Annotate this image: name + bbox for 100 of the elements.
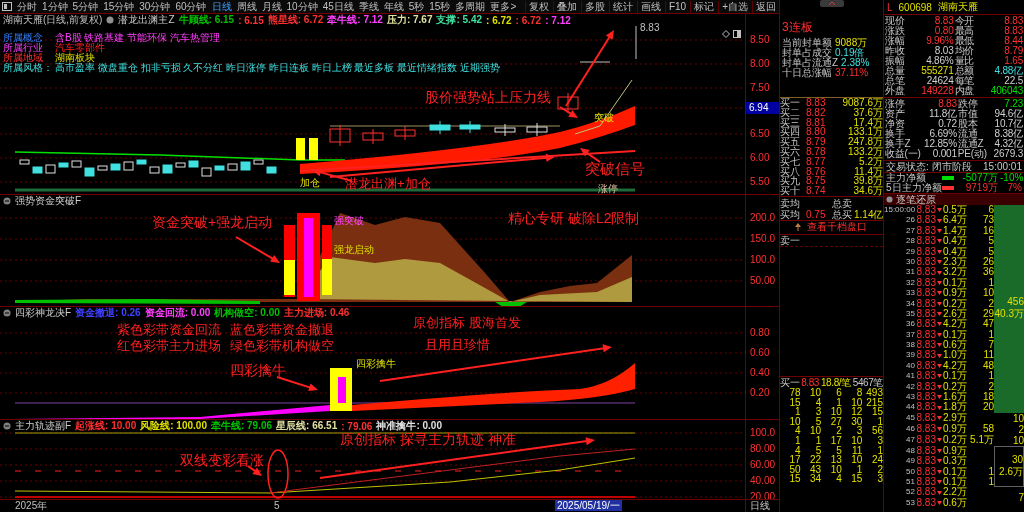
collapse-tab-icon[interactable] [820,0,844,7]
window-icon[interactable] [733,30,741,38]
quote-value: 4.86% [925,56,954,66]
tick-count: 36 [982,266,994,278]
quote-value: 4.88亿 [993,66,1023,76]
period-tab[interactable]: 分时 [15,0,39,13]
tick-price: 8.83 [915,277,936,288]
quote-value: 8.79 [1003,46,1023,56]
quote-value: 555271 [920,66,954,76]
period-tab[interactable]: 月线 [259,0,284,13]
queue-cell-text: 1 [877,445,883,456]
tick-price: 8.83 [915,434,936,446]
period-tab[interactable]: 60分钟 [173,0,209,13]
tick-time: 35 [905,308,915,320]
quote-label: 涨幅 [885,36,905,46]
tick-price: 8.83 [915,477,936,487]
tick-time: 37 [905,329,915,341]
tick-price: 8.83 [915,225,936,236]
bid-price: 8.77 [806,156,826,167]
candlestick [526,122,548,137]
stat-label: 跌停 [957,99,979,109]
period-tab[interactable]: 日线 [209,0,234,13]
toolbar-button[interactable]: 统计 [608,0,636,13]
candlestick [97,165,108,171]
collapse-icon[interactable] [886,196,893,203]
queue-cell-text: 10 [829,464,842,475]
queue-cell-text: 56 [870,426,883,437]
queue-label: 买一 [780,377,800,389]
signal-label: 四彩擒牛 [356,359,396,369]
stat-value: 12.85% [923,139,957,149]
period-tab[interactable]: 5分钟 [70,0,101,13]
period-tab[interactable]: 45日线 [320,0,356,13]
summary-label: 总买 [832,208,853,220]
annotation-text: 股价强势站上压力线 [425,90,551,106]
collapse-icon[interactable] [3,422,11,430]
indicator-name: 潜龙出渊主Z [118,14,175,27]
signal-label: 加仓 [300,178,320,188]
toolbar-button[interactable]: F10 [664,0,690,13]
settings-icon[interactable] [106,16,115,24]
diamond-icon[interactable] [722,30,730,38]
collapse-icon[interactable] [3,197,11,205]
period-tab[interactable]: 周线 [234,0,259,13]
legend-value: 牵牛线: 79.06 [210,420,273,433]
signal-bar [322,259,332,295]
depth-view-button[interactable]: 查看千档盘口 [804,221,869,234]
queue-cell-text: 10 [809,426,822,437]
quote-label: 内盘 [954,86,975,96]
candlestick [162,164,173,174]
toolbar-button[interactable]: 多股 [580,0,608,13]
period-tab[interactable]: 多周期 [453,0,488,13]
tick-count: 5 [988,235,994,247]
tick-count: 47 [982,318,994,330]
flow-percent: -10% [1000,173,1022,183]
quote-value: 24624 [925,76,954,86]
queue-cell-text: 10 [850,397,863,408]
tick-volume: 0.5万 [943,205,968,216]
queue-cell-text: 10 [788,416,801,427]
period-tab[interactable]: 15秒 [427,0,453,13]
tick-price: 8.83 [915,256,936,267]
layout-icon[interactable] [2,2,12,11]
quote-value: 8.03 [933,46,954,56]
period-tab[interactable]: 更多> [488,0,519,13]
toolbar-button[interactable]: +自选 [718,0,751,13]
axis-label: 100.0 [750,427,776,439]
bid-level-label: 买十 [780,186,801,196]
toolbar-button[interactable]: 返回 [752,0,779,13]
period-tab[interactable]: 季线 [356,0,381,13]
stat-value: 9088万 [835,37,868,48]
period-tab[interactable]: 15分钟 [101,0,137,13]
annotation-text: 且用且珍惜 [425,338,490,353]
toolbar-button[interactable]: 标记 [690,0,718,13]
legend-value: 星辰线: 66.51 [276,420,338,433]
period-tab[interactable]: 1分钟 [40,0,70,13]
tick-count: 1 [988,476,994,487]
bid-price: 8.76 [806,166,826,177]
tick-price: 8.83 [915,402,936,413]
period-tab[interactable]: 10分钟 [284,0,320,13]
tick-price: 8.83 [915,329,936,340]
info-label: 所属行业 [3,43,44,53]
bid-volume: 247.8万 [846,137,883,147]
tick-price: 8.83 [915,308,936,319]
tick-time: 38 [905,340,915,351]
stat-value: 2679.3 [992,149,1023,159]
toolbar-button[interactable]: 复权 [524,0,552,13]
period-tab[interactable]: 年线 [381,0,406,13]
legend-value: 资金回流: 0.00 [144,307,211,320]
stat-label: 封单占成交 [782,47,832,58]
queue-cell-text: 24 [870,455,883,465]
toolbar-button[interactable]: 画线 [636,0,664,13]
tick-volume: 2.2万 [943,487,968,498]
flow-label: 主力净额 [886,173,927,183]
tick-volume: 1.4万 [943,225,968,237]
period-tab[interactable]: 30分钟 [137,0,173,13]
toolbar-button[interactable]: 叠加 [552,0,580,13]
tick-time: 32 [905,277,915,289]
period-tab[interactable]: 5秒 [406,0,427,13]
time-label: 5 [274,500,280,511]
candlestick [429,120,451,135]
collapse-icon[interactable] [3,309,11,317]
stat-label: 流通 [957,129,979,139]
